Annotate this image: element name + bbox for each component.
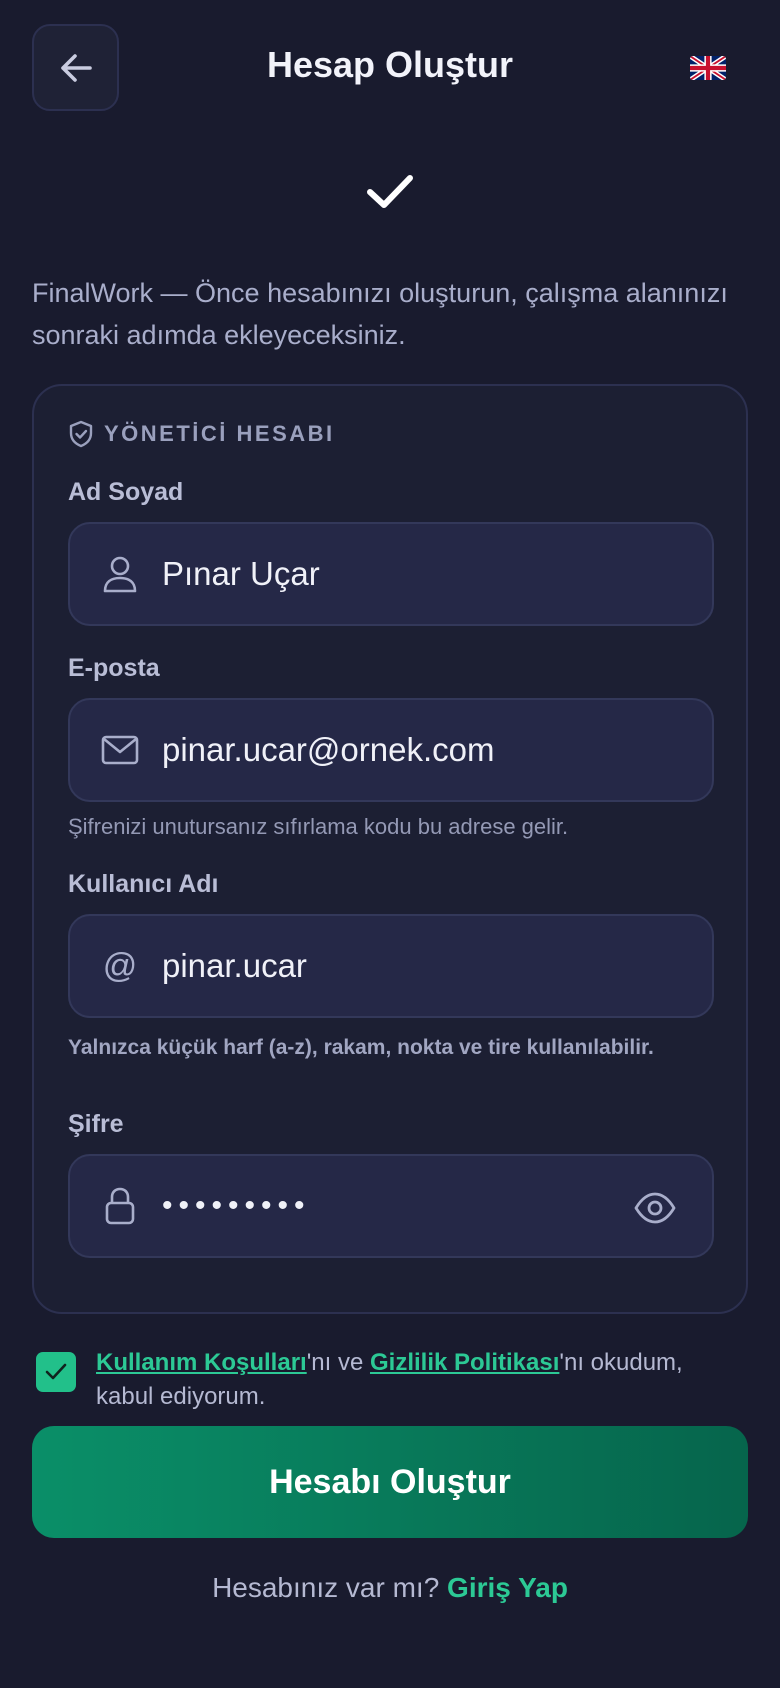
shield-check-icon bbox=[69, 420, 93, 448]
password-value: ••••••••• bbox=[162, 1189, 311, 1222]
username-field[interactable]: @ pinar.ucar bbox=[68, 914, 714, 1018]
user-icon bbox=[100, 554, 140, 594]
fullname-field[interactable]: Pınar Uçar bbox=[68, 522, 714, 626]
login-prompt: Hesabınız var mı? Giriş Yap bbox=[0, 1572, 780, 1604]
checkmark-icon bbox=[367, 175, 413, 208]
username-help-text: Yalnızca küçük harf (a-z), rakam, nokta … bbox=[68, 1036, 654, 1059]
terms-text: Kullanım Koşulları'nı ve Gizlilik Politi… bbox=[96, 1346, 736, 1414]
email-help-text: Şifrenizi unutursanız sıfırlama kodu bu … bbox=[68, 814, 569, 839]
eye-icon[interactable] bbox=[634, 1188, 676, 1228]
admin-account-card: YÖNETİCİ HESABI Ad Soyad Pınar Uçar E-po… bbox=[32, 384, 748, 1314]
section-label: YÖNETİCİ HESABI bbox=[104, 421, 335, 446]
email-label: E-posta bbox=[68, 654, 160, 682]
terms-text-1: 'nı ve bbox=[306, 1349, 370, 1376]
signup-page: Hesap Oluştur FinalWork — Önce hesabınız… bbox=[0, 0, 780, 1688]
username-label: Kullanıcı Adı bbox=[68, 870, 219, 898]
create-account-button[interactable]: Hesabı Oluştur bbox=[32, 1426, 748, 1538]
lock-icon bbox=[100, 1186, 140, 1226]
fullname-label: Ad Soyad bbox=[68, 478, 184, 506]
privacy-policy-link[interactable]: Gizlilik Politikası bbox=[370, 1349, 559, 1376]
at-icon: @ bbox=[102, 946, 138, 985]
terms-checkbox[interactable] bbox=[36, 1352, 76, 1392]
fullname-value: Pınar Uçar bbox=[162, 555, 320, 592]
password-label: Şifre bbox=[68, 1110, 124, 1138]
email-value: pinar.ucar@ornek.com bbox=[162, 731, 495, 768]
email-field[interactable]: pinar.ucar@ornek.com bbox=[68, 698, 714, 802]
username-value: pinar.ucar bbox=[162, 947, 307, 984]
page-title: Hesap Oluştur bbox=[266, 44, 514, 85]
login-link[interactable]: Giriş Yap bbox=[447, 1572, 568, 1603]
mail-icon bbox=[100, 730, 140, 770]
checkbox-check-icon bbox=[45, 1363, 67, 1380]
section-header: YÖNETİCİ HESABI bbox=[68, 420, 335, 448]
intro-text: FinalWork — Önce hesabınızı oluşturun, ç… bbox=[32, 278, 728, 350]
terms-of-use-link[interactable]: Kullanım Koşulları bbox=[96, 1349, 307, 1376]
login-prompt-text: Hesabınız var mı? bbox=[212, 1572, 440, 1603]
password-field[interactable]: ••••••••• bbox=[68, 1154, 714, 1258]
uk-flag-icon[interactable] bbox=[690, 56, 726, 80]
